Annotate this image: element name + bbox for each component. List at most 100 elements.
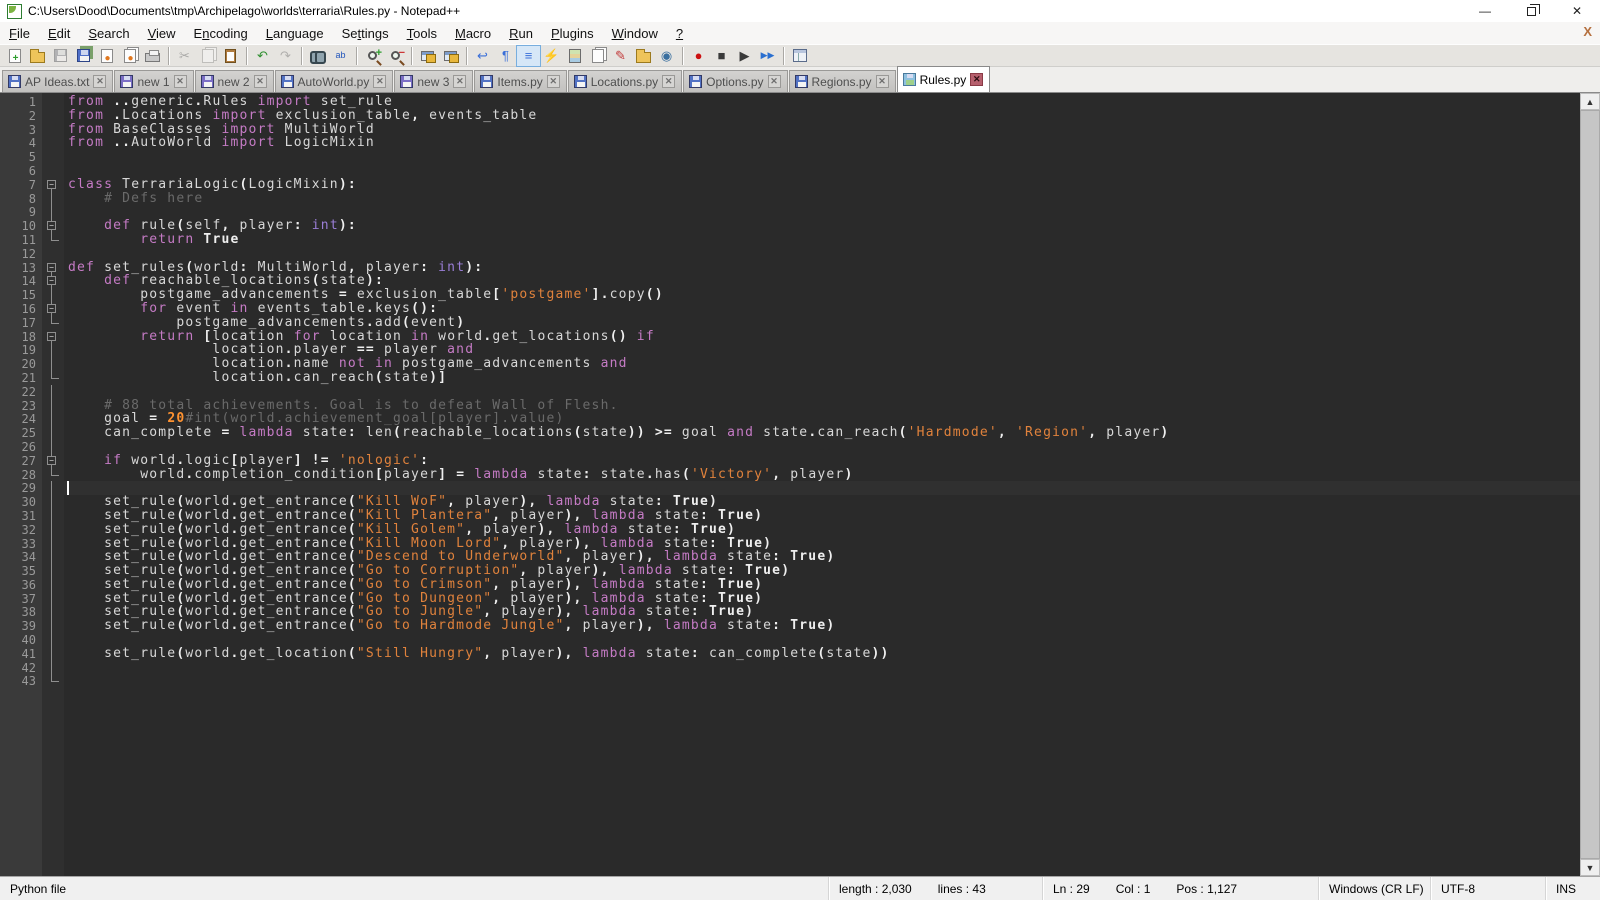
- close-all-icon[interactable]: ●: [118, 46, 141, 66]
- menu-language[interactable]: Language: [257, 24, 333, 43]
- code-token: !=: [312, 453, 330, 468]
- tab-ap-ideas-txt[interactable]: AP Ideas.txt✕: [2, 70, 113, 92]
- tab-new-1[interactable]: new 1✕: [114, 70, 193, 92]
- define-language-icon[interactable]: ✎: [609, 46, 632, 66]
- macro-stop-icon[interactable]: ■: [710, 46, 733, 66]
- menu-window[interactable]: Window: [603, 24, 667, 43]
- code-token: exclusion_table: [267, 108, 411, 123]
- undo-icon[interactable]: ↶: [251, 46, 274, 66]
- paste-icon[interactable]: [219, 46, 242, 66]
- fold-collapse-icon[interactable]: −: [47, 304, 56, 313]
- fold-collapse-icon[interactable]: −: [47, 180, 56, 189]
- tab-close-icon[interactable]: ✕: [174, 75, 187, 88]
- menu-macro[interactable]: Macro: [446, 24, 500, 43]
- scroll-thumb[interactable]: [1580, 110, 1600, 859]
- menu-encoding[interactable]: Encoding: [185, 24, 257, 43]
- code-token: True: [203, 232, 239, 247]
- tab-close-icon[interactable]: ✕: [254, 75, 267, 88]
- redo-icon[interactable]: ↷: [274, 46, 297, 66]
- macro-run-multiple-icon-shape: ▶▶: [761, 51, 775, 60]
- fold-collapse-icon[interactable]: −: [47, 456, 56, 465]
- tab-close-icon[interactable]: ✕: [547, 75, 560, 88]
- fold-collapse-icon[interactable]: −: [47, 276, 56, 285]
- status-insert-mode[interactable]: INS: [1545, 877, 1583, 900]
- sync-vertical-icon[interactable]: [416, 46, 439, 66]
- zoom-in-icon[interactable]: +: [361, 46, 384, 66]
- save-all-icon[interactable]: [72, 46, 95, 66]
- status-encoding[interactable]: UTF-8: [1430, 877, 1545, 900]
- indent-guide-icon[interactable]: ≡: [517, 46, 540, 66]
- vertical-scrollbar[interactable]: ▲ ▼: [1580, 93, 1600, 876]
- menu-plugins[interactable]: Plugins: [542, 24, 603, 43]
- menu-view[interactable]: View: [139, 24, 185, 43]
- word-wrap-icon[interactable]: ↩: [471, 46, 494, 66]
- macro-record-icon[interactable]: ●: [687, 46, 710, 66]
- tab-regions-py[interactable]: Regions.py✕: [789, 70, 896, 92]
- tab-locations-py[interactable]: Locations.py✕: [568, 70, 682, 92]
- tab-close-icon[interactable]: ✕: [970, 73, 983, 86]
- doc-switcher-icon[interactable]: [586, 46, 609, 66]
- close-button[interactable]: ✕: [1554, 0, 1600, 22]
- line-number: 14: [0, 274, 42, 288]
- tab-rules-py[interactable]: Rules.py✕: [897, 66, 991, 92]
- code-area[interactable]: from ..generic.Rules import set_rulefrom…: [64, 93, 1580, 876]
- code-line: set_rule(world.get_entrance("Go to Crims…: [64, 578, 1580, 592]
- tab-new-2[interactable]: new 2✕: [195, 70, 274, 92]
- fold-margin[interactable]: − − − − − − −: [42, 93, 64, 876]
- print-icon[interactable]: [141, 46, 164, 66]
- sync-horizontal-icon[interactable]: [439, 46, 462, 66]
- open-file-icon[interactable]: [26, 46, 49, 66]
- tab-options-py[interactable]: Options.py✕: [683, 70, 787, 92]
- code-token: #int(world.achievement_goal[player].valu…: [185, 411, 564, 426]
- close-file-icon[interactable]: ●: [95, 46, 118, 66]
- tab-close-icon[interactable]: ✕: [768, 75, 781, 88]
- tab-close-icon[interactable]: ✕: [453, 75, 466, 88]
- menu-search[interactable]: Search: [79, 24, 138, 43]
- macro-save-icon-shape: [793, 49, 807, 62]
- menu-run[interactable]: Run: [500, 24, 542, 43]
- find-icon[interactable]: [306, 46, 329, 66]
- resize-grip[interactable]: [1583, 877, 1600, 900]
- zoom-out-icon[interactable]: −: [384, 46, 407, 66]
- menu-settings[interactable]: Settings: [333, 24, 398, 43]
- function-list-icon[interactable]: ⚡: [540, 46, 563, 66]
- copy-icon[interactable]: [196, 46, 219, 66]
- tab-close-icon[interactable]: ✕: [373, 75, 386, 88]
- document-map-icon[interactable]: [563, 46, 586, 66]
- menubar-close-icon[interactable]: X: [1583, 24, 1592, 39]
- restore-button[interactable]: [1508, 0, 1554, 22]
- replace-icon[interactable]: ab: [329, 46, 352, 66]
- menu-file[interactable]: File: [0, 24, 39, 43]
- macro-run-multiple-icon[interactable]: ▶▶: [756, 46, 779, 66]
- tab-autoworld-py[interactable]: AutoWorld.py✕: [275, 70, 394, 92]
- line-number: 5: [0, 150, 42, 164]
- tab-items-py[interactable]: Items.py✕: [474, 70, 566, 92]
- folder-as-workspace-icon[interactable]: [632, 46, 655, 66]
- fold-collapse-icon[interactable]: −: [47, 221, 56, 230]
- tab-close-icon[interactable]: ✕: [662, 75, 675, 88]
- new-file-icon[interactable]: +: [3, 46, 26, 66]
- fold-collapse-icon[interactable]: −: [47, 332, 56, 341]
- editor-area[interactable]: 1234567891011121314151617181920212223242…: [0, 92, 1600, 876]
- code-token: 'nologic': [339, 453, 420, 468]
- tab-close-icon[interactable]: ✕: [93, 75, 106, 88]
- menu-edit[interactable]: Edit: [39, 24, 79, 43]
- macro-save-icon[interactable]: [788, 46, 811, 66]
- tab-new-3[interactable]: new 3✕: [394, 70, 473, 92]
- scroll-down-arrow-icon[interactable]: ▼: [1580, 859, 1600, 876]
- code-token: class: [68, 177, 113, 192]
- status-eol-format[interactable]: Windows (CR LF): [1318, 877, 1430, 900]
- scroll-up-arrow-icon[interactable]: ▲: [1580, 93, 1600, 110]
- menu-help[interactable]: ?: [667, 24, 692, 43]
- line-number: 25: [0, 426, 42, 440]
- macro-play-icon[interactable]: ▶: [733, 46, 756, 66]
- menu-tools[interactable]: Tools: [398, 24, 446, 43]
- monitoring-eye-icon[interactable]: ◉: [655, 46, 678, 66]
- cut-icon[interactable]: ✂: [173, 46, 196, 66]
- tab-close-icon[interactable]: ✕: [876, 75, 889, 88]
- show-all-characters-icon[interactable]: ¶: [494, 46, 517, 66]
- code-token: from: [68, 108, 104, 123]
- minimize-button[interactable]: —: [1462, 0, 1508, 22]
- save-icon[interactable]: [49, 46, 72, 66]
- fold-collapse-icon[interactable]: −: [47, 263, 56, 272]
